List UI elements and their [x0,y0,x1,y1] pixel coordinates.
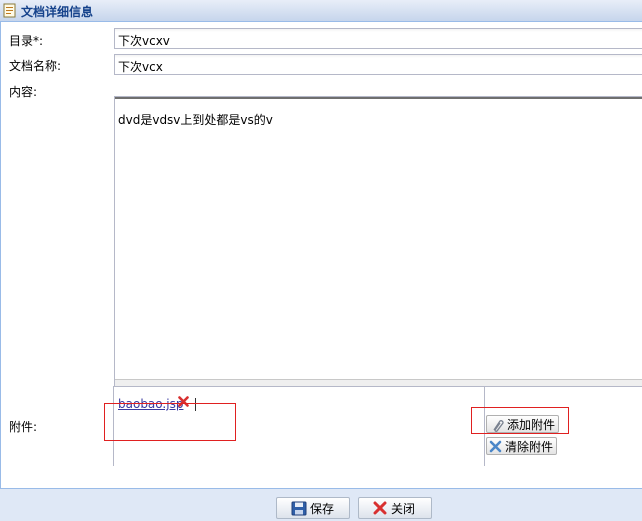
clear-attachment-button[interactable]: 清除附件 [486,437,558,455]
attachment-label: 附件: [9,420,38,434]
clear-attachment-label: 清除附件 [505,440,554,454]
save-label: 保存 [310,501,335,516]
window-title: 文档详细信息 [21,5,94,19]
content-editor[interactable]: dvd是vdsv上到处都是vs的v [114,96,642,408]
document-icon [3,3,16,18]
content-label: 内容: [9,85,38,99]
close-label: 关闭 [391,501,416,516]
window-header: 文档详细信息 [0,0,642,22]
close-x-icon [373,501,387,515]
close-x-icon [489,440,502,453]
close-button[interactable]: 关闭 [358,497,432,519]
save-button[interactable]: 保存 [276,497,350,519]
editor-toolbar [115,97,642,99]
highlight-box-add-button [471,407,569,434]
doc-name-field[interactable]: 下次vcx [114,54,642,75]
doc-name-label: 文档名称: [9,59,62,73]
form-footer: 保存 关闭 [0,488,642,521]
highlight-box-attachment [104,403,236,441]
floppy-disk-icon [291,501,307,515]
content-text: dvd是vdsv上到处都是vs的v [118,113,273,127]
directory-field[interactable]: 下次vcxv [114,28,642,49]
directory-label: 目录*: [9,34,44,48]
